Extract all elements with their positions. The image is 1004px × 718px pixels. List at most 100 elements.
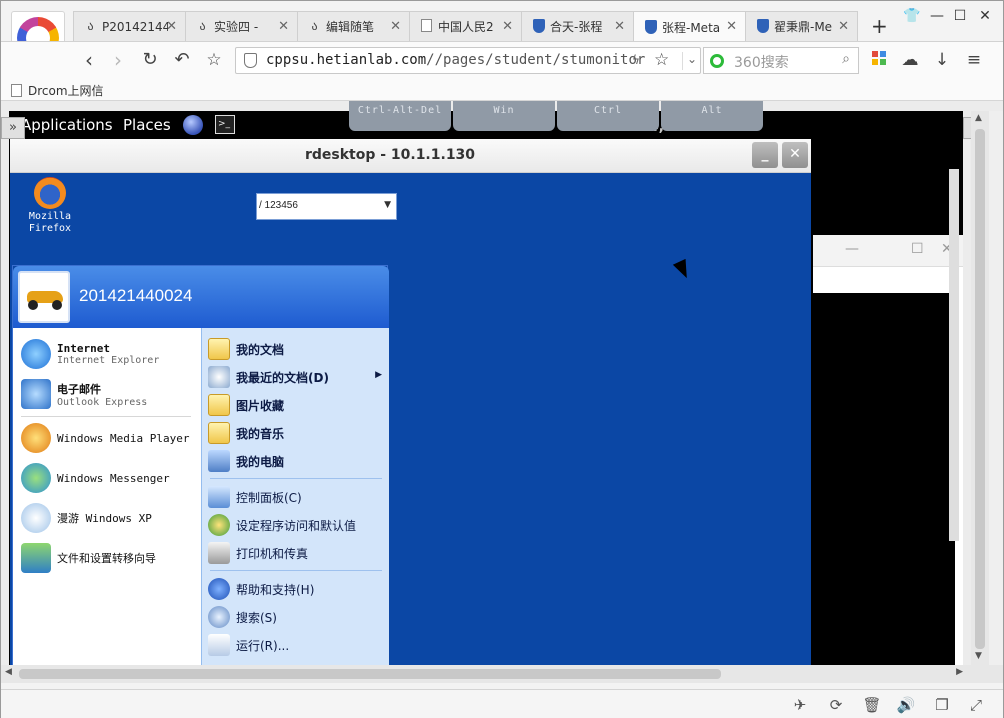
ctrl-alt-del-button[interactable]: Ctrl-Alt-Del (349, 101, 451, 131)
lightning-icon[interactable]: ϟ (632, 53, 640, 67)
menu-item-label: 设定程序访问和默认值 (236, 518, 357, 533)
menu-icon[interactable]: ≡ (963, 50, 985, 70)
undo-close-button[interactable]: ↶ (169, 48, 195, 72)
firefox-label[interactable]: Mozilla Firefox (22, 211, 78, 235)
maximize-icon[interactable]: ☐ (911, 241, 924, 257)
pin-icon[interactable]: ✈ (789, 696, 811, 714)
menu-item-label: 我的文档 (236, 342, 285, 357)
ubuntu-icon: ა (87, 19, 94, 33)
maximize-button[interactable]: ☐ (949, 8, 971, 24)
menu-item-search[interactable]: 搜索(S) (208, 604, 384, 630)
menu-item-help[interactable]: 帮助和支持(H) (208, 576, 384, 602)
search-box[interactable]: 360搜索 ⌕ (703, 47, 859, 74)
speed-icon[interactable]: ⟳ (825, 696, 847, 714)
menu-item-printers[interactable]: 打印机和传真 (208, 540, 384, 566)
menu-item-my-documents[interactable]: 我的文档 (208, 336, 384, 362)
tab-0[interactable]: ა P2014214400✕ (73, 11, 186, 41)
address-bar[interactable]: cppsu.hetianlab.com//pages/student/stumo… (235, 47, 701, 74)
horizontal-scrollbar[interactable]: ◀ ▶ (1, 665, 989, 683)
menu-item-my-computer[interactable]: 我的电脑 (208, 448, 384, 474)
background-window: — ☐ ✕ (813, 235, 963, 665)
menu-item-label: 我的音乐 (236, 426, 285, 441)
window-icon[interactable]: ❐ (931, 696, 953, 714)
download-icon[interactable]: ↓ (931, 50, 953, 70)
menu-item-control-panel[interactable]: 控制面板(C) (208, 484, 384, 510)
menu-item-media-player[interactable]: Windows Media Player (21, 420, 189, 456)
fullscreen-icon[interactable]: ⤢ (965, 696, 987, 714)
minimize-button[interactable]: _ (752, 142, 778, 168)
close-icon[interactable]: ✕ (390, 19, 401, 34)
reload-button[interactable]: ↻ (137, 48, 163, 72)
terminal-icon[interactable]: >_ (215, 115, 235, 134)
navigation-toolbar: ‹ › ↻ ↶ ☆ cppsu.hetianlab.com//pages/stu… (1, 41, 1003, 79)
tab-5[interactable]: 张程-Meta ✕ (633, 11, 746, 42)
applications-menu[interactable]: Applications (21, 116, 113, 134)
media-player-icon (21, 423, 51, 453)
menu-item-label: 运行(R)... (236, 638, 290, 653)
close-button[interactable]: ✕ (782, 142, 808, 168)
close-icon[interactable]: ✕ (278, 19, 289, 34)
bookmark-star-icon[interactable]: ☆ (654, 50, 669, 70)
minimize-icon[interactable]: — (845, 241, 859, 257)
browser-globe-icon[interactable] (183, 115, 203, 135)
alt-key-button[interactable]: Alt (661, 101, 763, 131)
menu-item-run[interactable]: 运行(R)... (208, 632, 384, 658)
volume-icon[interactable]: 🔊 (895, 696, 917, 714)
menu-item-my-pictures[interactable]: 图片收藏 (208, 392, 384, 418)
tab-6[interactable]: 翟秉鼎-Me ✕ (745, 11, 858, 41)
tab-label: 翟秉鼎-Me (774, 20, 833, 34)
mouse-cursor-icon (672, 258, 694, 282)
tab-2[interactable]: ა 编辑随笔 ✕ (297, 11, 410, 41)
folder-icon (208, 338, 230, 360)
search-icon[interactable]: ⌕ (842, 51, 850, 67)
close-icon[interactable]: ✕ (502, 19, 513, 34)
back-button[interactable]: ‹ (76, 48, 102, 72)
close-window-button[interactable]: ✕ (974, 8, 996, 24)
tab-1[interactable]: ა 实验四 - ✕ (185, 11, 298, 41)
win-key-button[interactable]: Win (453, 101, 555, 131)
close-icon[interactable]: ✕ (166, 19, 177, 34)
language-combo[interactable]: / 123456 ▼ (256, 193, 397, 220)
collapse-left-button[interactable]: » (1, 117, 25, 139)
menu-item-transfer-wizard[interactable]: 文件和设置转移向导 (21, 540, 156, 576)
apps-grid-icon[interactable] (872, 51, 886, 65)
bookmark-label: Drcom上网信 (28, 84, 104, 98)
tab-4[interactable]: 合天-张程 ✕ (521, 11, 634, 41)
url-text[interactable]: cppsu.hetianlab.com//pages/student/stumo… (266, 52, 645, 68)
favorite-star-icon[interactable]: ☆ (201, 48, 227, 72)
menu-item-my-music[interactable]: 我的音乐 (208, 420, 384, 446)
bookmark-item[interactable]: Drcom上网信 (11, 82, 104, 99)
menu-item-email[interactable]: 电子邮件 Outlook Express (21, 376, 147, 412)
places-menu[interactable]: Places (123, 116, 171, 134)
close-icon[interactable]: ✕ (838, 19, 849, 34)
new-tab-button[interactable]: + (871, 14, 888, 38)
chevron-down-icon[interactable]: ▼ (384, 200, 391, 210)
menu-item-tour-xp[interactable]: 漫游 Windows XP (21, 500, 152, 536)
firefox-icon[interactable] (34, 177, 66, 209)
cloud-icon[interactable]: ☁ (899, 50, 921, 70)
remote-desktop-viewport[interactable]: Applications Places >_ Tue Oct 24, 4:32 … (9, 111, 963, 665)
forward-button[interactable]: › (105, 48, 131, 72)
menu-item-label: Windows Media Player (57, 431, 190, 445)
status-bar: ✈ ⟳ 🗑 🔊 ❐ ⤢ (1, 689, 1003, 718)
close-icon[interactable]: ✕ (726, 19, 737, 34)
menu-item-internet[interactable]: Internet Internet Explorer (21, 336, 159, 372)
separator (21, 416, 191, 417)
tab-3[interactable]: 中国人民2 ✕ (409, 11, 522, 41)
vertical-scrollbar[interactable]: ▲ ▼ (971, 111, 989, 665)
trash-icon[interactable]: 🗑 (861, 696, 883, 714)
menu-item-recent-documents[interactable]: 我最近的文档(D) ▶ (208, 364, 384, 390)
browser-window: აP2014214400✕ ა实验四 -✕ ა编辑随笔✕ 中国人民2✕ 合天-张… (0, 0, 1004, 718)
ctrl-key-button[interactable]: Ctrl (557, 101, 659, 131)
menu-item-label: 我最近的文档(D) (236, 370, 329, 385)
menu-item-messenger[interactable]: Windows Messenger (21, 460, 170, 496)
menu-item-program-defaults[interactable]: 设定程序访问和默认值 (208, 512, 384, 538)
chevron-down-icon[interactable]: ⌄ (682, 52, 697, 70)
background-window-scrollbar[interactable] (949, 169, 959, 541)
rdesktop-titlebar[interactable]: rdesktop - 10.1.1.130 _ ✕ (10, 139, 811, 173)
tour-icon (21, 503, 51, 533)
close-icon[interactable]: ✕ (614, 19, 625, 34)
shirt-icon[interactable]: 👕 (901, 8, 923, 24)
minimize-button[interactable]: — (926, 8, 948, 24)
chevron-right-icon: ▶ (375, 370, 382, 380)
